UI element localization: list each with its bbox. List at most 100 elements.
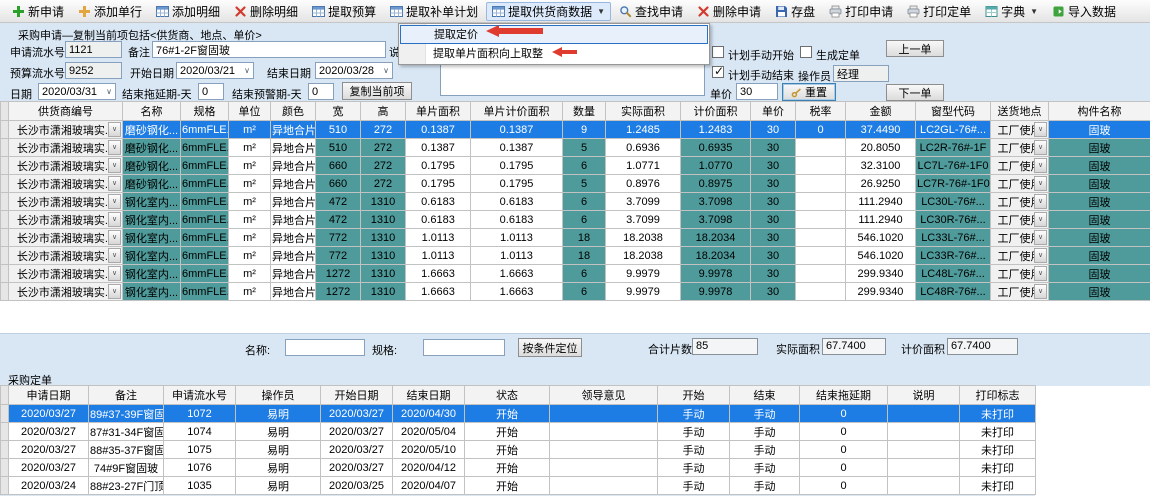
column-header-piece_priced_area[interactable]: 单片计价面积 — [471, 102, 563, 121]
locate-by-condition-button[interactable]: 按条件定位 — [518, 338, 582, 357]
cell-supplier[interactable]: 长沙市潇湘玻璃实...∨ — [9, 139, 123, 157]
cell-delivery[interactable]: 工厂使用∨ — [991, 157, 1049, 175]
row-selector[interactable] — [1, 157, 9, 175]
row-selector[interactable] — [1, 229, 9, 247]
column-header-spec[interactable]: 规格 — [181, 102, 229, 121]
row-selector[interactable] — [1, 211, 9, 229]
cell-delivery[interactable]: 工厂使用∨ — [991, 211, 1049, 229]
toolbar-button-add-row[interactable]: 添加单行 — [72, 2, 148, 21]
chevron-down-icon[interactable]: ∨ — [1034, 158, 1047, 173]
column-header-remark[interactable]: 备注 — [89, 386, 164, 405]
column-header-color[interactable]: 颜色 — [271, 102, 316, 121]
column-header-unit[interactable]: 单位 — [229, 102, 271, 121]
table-row[interactable]: 长沙市潇湘玻璃实...∨钢化室内...6mmFLE...m²异地合片772131… — [1, 229, 1150, 247]
cell-supplier[interactable]: 长沙市潇湘玻璃实...∨ — [9, 121, 123, 139]
chevron-down-icon[interactable]: ∨ — [1034, 122, 1047, 137]
cell-delivery[interactable]: 工厂使用∨ — [991, 139, 1049, 157]
table-row[interactable]: 2020/03/2787#31-34F窗固玻1074易明2020/03/2720… — [1, 423, 1036, 441]
column-header-window_code[interactable]: 窗型代码 — [916, 102, 991, 121]
table-row[interactable]: 长沙市潇湘玻璃实...∨磨砂钢化...6mmFLE...m²异地合片510272… — [1, 139, 1150, 157]
column-header-actual_area[interactable]: 实际面积 — [606, 102, 681, 121]
row-selector[interactable] — [1, 139, 9, 157]
row-selector[interactable] — [1, 175, 9, 193]
cell-supplier[interactable]: 长沙市潇湘玻璃实...∨ — [9, 157, 123, 175]
row-selector[interactable] — [1, 265, 9, 283]
column-header-print_flag[interactable]: 打印标志 — [960, 386, 1036, 405]
column-header-delivery[interactable]: 送货地点 — [991, 102, 1049, 121]
cell-delivery[interactable]: 工厂使用∨ — [991, 247, 1049, 265]
row-selector[interactable] — [1, 423, 9, 441]
column-header-amount[interactable]: 金额 — [846, 102, 916, 121]
table-row[interactable]: 2020/03/2789#37-39F窗固玻1072易明2020/03/2720… — [1, 405, 1036, 423]
chevron-down-icon[interactable]: ∨ — [108, 158, 121, 173]
serial-input[interactable] — [65, 41, 122, 58]
chevron-down-icon[interactable]: ∨ — [108, 176, 121, 191]
column-header-note[interactable]: 说明 — [888, 386, 960, 405]
chevron-down-icon[interactable]: ∨ — [108, 212, 121, 227]
chevron-down-icon[interactable]: ∨ — [108, 248, 121, 263]
cell-supplier[interactable]: 长沙市潇湘玻璃实...∨ — [9, 193, 123, 211]
column-header-start_mode[interactable]: 开始 — [658, 386, 730, 405]
column-header-req_date[interactable]: 申请日期 — [9, 386, 89, 405]
column-header-piece_area[interactable]: 单片面积 — [406, 102, 471, 121]
chevron-down-icon[interactable]: ∨ — [103, 87, 115, 96]
chevron-down-icon[interactable]: ∨ — [1034, 176, 1047, 191]
date-combobox[interactable]: 2020/03/31∨ — [38, 83, 116, 100]
row-selector[interactable] — [1, 193, 9, 211]
toolbar-button-extract-budget[interactable]: 提取预算 — [306, 2, 382, 21]
table-row[interactable]: 长沙市潇湘玻璃实...∨钢化室内...6mmFLE...m²异地合片472131… — [1, 193, 1150, 211]
chevron-down-icon[interactable]: ∨ — [380, 66, 392, 75]
cell-delivery[interactable]: 工厂使用∨ — [991, 265, 1049, 283]
table-row[interactable]: 2020/03/2788#35-37F窗固玻1075易明2020/03/2720… — [1, 441, 1036, 459]
chevron-down-icon[interactable]: ∨ — [241, 66, 253, 75]
cell-delivery[interactable]: 工厂使用∨ — [991, 283, 1049, 301]
cell-supplier[interactable]: 长沙市潇湘玻璃实...∨ — [9, 229, 123, 247]
reset-button[interactable]: 重置 — [782, 83, 836, 101]
column-header-priced_area[interactable]: 计价面积 — [681, 102, 751, 121]
column-header-height[interactable]: 高 — [361, 102, 406, 121]
chevron-down-icon[interactable]: ∨ — [1034, 230, 1047, 245]
toolbar-button-save[interactable]: 存盘 — [769, 2, 821, 21]
column-header-end_date[interactable]: 结束日期 — [393, 386, 465, 405]
column-header-tax_rate[interactable]: 税率 — [796, 102, 846, 121]
column-header-end_mode[interactable]: 结束 — [730, 386, 800, 405]
operator-input[interactable] — [833, 65, 889, 82]
row-selector[interactable] — [1, 247, 9, 265]
chevron-down-icon[interactable]: ∨ — [108, 284, 121, 299]
toolbar-button-delete-request[interactable]: 删除申请 — [691, 2, 767, 21]
chevron-down-icon[interactable]: ∨ — [1034, 194, 1047, 209]
toolbar-button-find-request[interactable]: 查找申请 — [613, 2, 689, 21]
column-header-unit_price[interactable]: 单价 — [751, 102, 796, 121]
toolbar-button-print-order[interactable]: 打印定单 — [901, 2, 977, 21]
chevron-down-icon[interactable]: ∨ — [108, 140, 121, 155]
column-header-supplier[interactable]: 供货商编号 — [9, 102, 123, 121]
manual-end-checkbox[interactable] — [712, 66, 724, 78]
row-selector[interactable] — [1, 121, 9, 139]
toolbar-button-new-request[interactable]: 新申请 — [6, 2, 70, 21]
table-row[interactable]: 长沙市潇湘玻璃实...∨钢化室内...6mmFLE...m²异地合片472131… — [1, 211, 1150, 229]
table-row[interactable]: 长沙市潇湘玻璃实...∨磨砂钢化...6mmFLE...m²异地合片660272… — [1, 175, 1150, 193]
column-header-operator[interactable]: 操作员 — [236, 386, 321, 405]
chevron-down-icon[interactable]: ∨ — [1034, 248, 1047, 263]
row-selector[interactable] — [1, 441, 9, 459]
end-date-combobox[interactable]: 2020/03/28∨ — [315, 62, 393, 79]
table-row[interactable]: 长沙市潇湘玻璃实...∨钢化室内...6mmFLE...m²异地合片127213… — [1, 283, 1150, 301]
unit-price-input[interactable] — [736, 83, 778, 100]
end-warning-input[interactable] — [308, 83, 334, 100]
column-header-qty[interactable]: 数量 — [563, 102, 606, 121]
table-row[interactable]: 长沙市潇湘玻璃实...∨钢化室内...6mmFLE...m²异地合片772131… — [1, 247, 1150, 265]
cell-supplier[interactable]: 长沙市潇湘玻璃实...∨ — [9, 247, 123, 265]
remark-input[interactable] — [152, 41, 386, 58]
column-header-end_delay[interactable]: 结束拖延期 — [800, 386, 888, 405]
cell-delivery[interactable]: 工厂使用∨ — [991, 193, 1049, 211]
chevron-down-icon[interactable]: ∨ — [108, 230, 121, 245]
chevron-down-icon[interactable]: ∨ — [1034, 140, 1047, 155]
copy-current-item-button[interactable]: 复制当前项 — [342, 82, 412, 100]
previous-order-button[interactable]: 上一单 — [886, 40, 944, 57]
chevron-down-icon[interactable]: ∨ — [108, 122, 121, 137]
cell-supplier[interactable]: 长沙市潇湘玻璃实...∨ — [9, 265, 123, 283]
filter-spec-input[interactable] — [423, 339, 505, 356]
cell-supplier[interactable]: 长沙市潇湘玻璃实...∨ — [9, 283, 123, 301]
table-row[interactable]: 2020/03/2488#23-27F门顶玻1035易明2020/03/2520… — [1, 477, 1036, 495]
column-header-status[interactable]: 状态 — [465, 386, 550, 405]
